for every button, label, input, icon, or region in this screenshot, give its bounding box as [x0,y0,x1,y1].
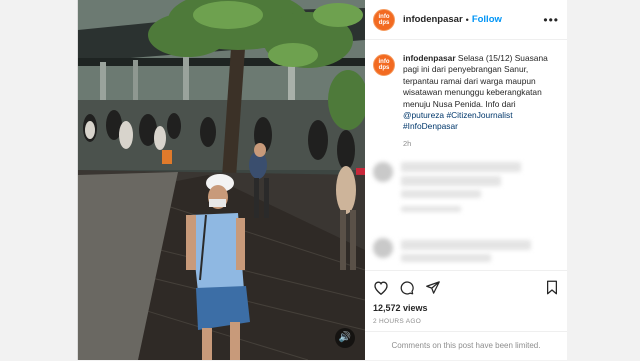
more-options-icon[interactable]: ••• [543,13,559,27]
share-icon[interactable] [425,280,441,295]
blurred-text [401,161,521,172]
video-frame [78,0,365,360]
comment-icon[interactable] [399,280,415,295]
blurred-comment [365,158,567,228]
caption-username[interactable]: infodenpasar [403,53,456,63]
avatar-text-top: info [378,13,390,20]
instagram-post-card: 🔊 info dps infodenpasar • Follow ••• info… [77,0,567,360]
speaker-icon[interactable]: 🔊 [335,328,355,348]
blurred-text [401,239,531,250]
follow-button[interactable]: Follow [472,14,502,25]
avatar-text-bottom: dps [378,19,390,26]
page-background: 🔊 info dps infodenpasar • Follow ••• info… [0,0,640,360]
comments-limited-notice: Comments on this post have been limited. [365,331,567,361]
post-video[interactable]: 🔊 [78,0,365,360]
avatar-text-bottom: dps [378,65,390,71]
action-bar [365,271,567,303]
blurred-text [401,205,461,212]
post-sidebar: info dps infodenpasar • Follow ••• info dp… [365,0,567,360]
blurred-comment [365,237,567,269]
mention-link[interactable]: @putureza [403,110,444,120]
post-header: info dps infodenpasar • Follow ••• [365,0,567,40]
blurred-avatar [373,237,393,258]
comments-section: info dps infodenpasar Selasa (15/12) Suas… [365,41,567,269]
caption-time: 2h [403,138,412,148]
username-link[interactable]: infodenpasar [403,14,463,25]
heart-icon[interactable] [373,280,389,295]
bookmark-icon[interactable] [545,280,559,295]
blurred-text [401,253,491,262]
view-count[interactable]: 12,572 views [365,303,567,313]
post-timestamp: 2 HOURS AGO [373,318,422,325]
separator-dot: • [465,14,469,25]
blurred-text [401,189,481,198]
avatar[interactable]: info dps [373,8,395,31]
blurred-avatar [373,161,393,182]
caption: info dps infodenpasar Selasa (15/12) Suas… [365,41,567,133]
post-footer: 12,572 views 2 HOURS AGO Comments on thi… [365,270,567,360]
hashtag-link[interactable]: #InfoDenpasar [403,121,458,131]
caption-avatar[interactable]: info dps [373,54,395,76]
hashtag-link[interactable]: #CitizenJournalist [446,110,512,120]
caption-text: infodenpasar Selasa (15/12) Suasana pagi… [403,53,559,133]
blurred-text [401,175,501,186]
